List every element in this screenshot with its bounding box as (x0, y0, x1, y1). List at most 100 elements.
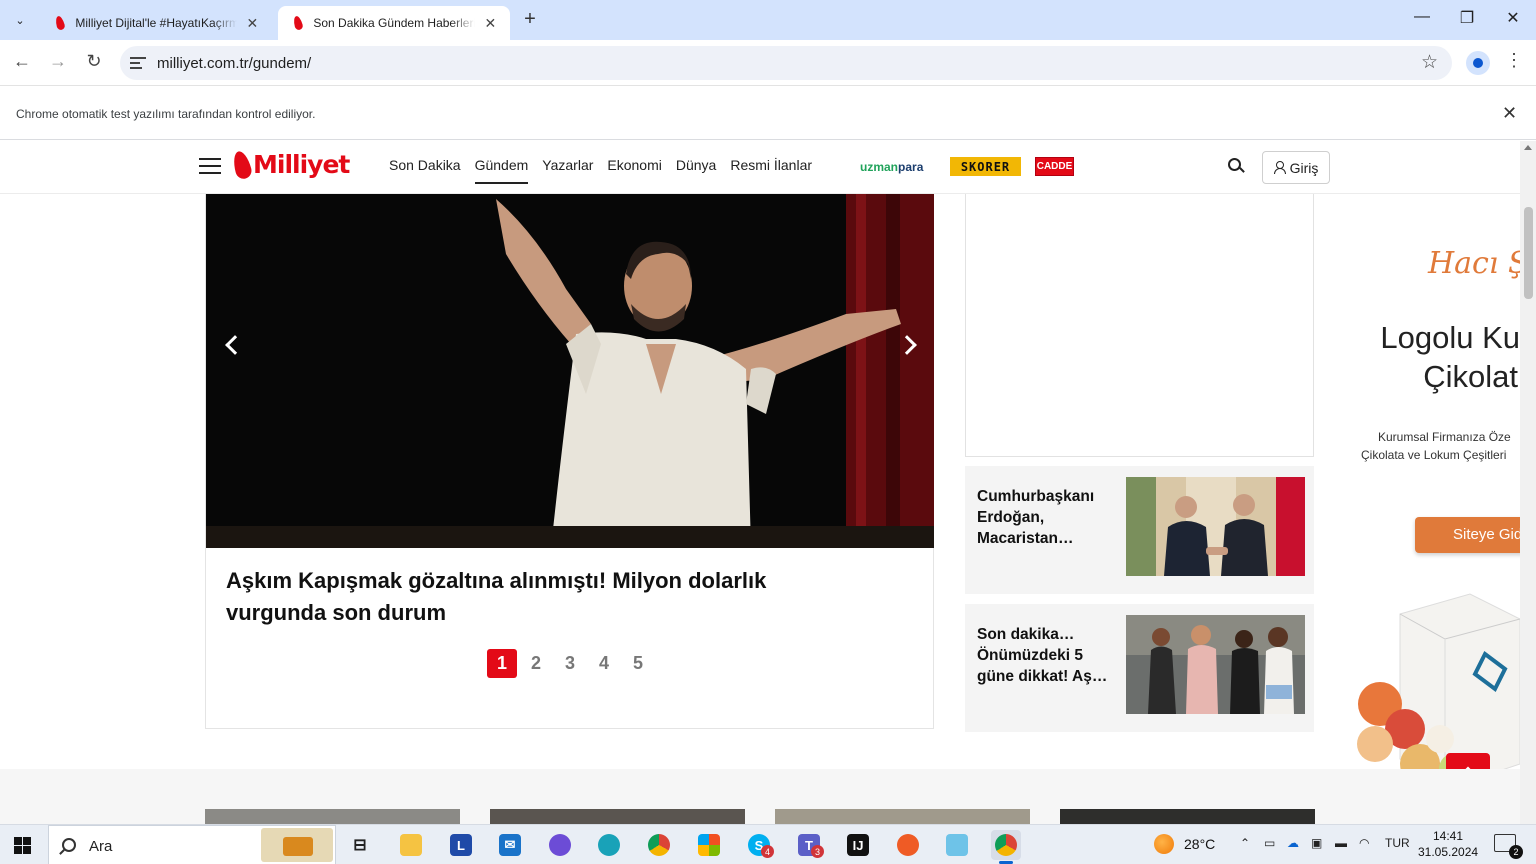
chrome-active-icon[interactable] (991, 830, 1021, 864)
skype-icon[interactable]: S4 (744, 830, 774, 860)
meet-now-icon[interactable]: ▭ (1264, 836, 1275, 850)
slide-headline[interactable]: Aşkım Kapışmak gözaltına alınmıştı! Mily… (226, 565, 866, 629)
news-grid-thumbnail[interactable] (775, 809, 1030, 824)
url-text[interactable]: milliyet.com.tr/gundem/ (157, 55, 311, 72)
side-news-thumbnail[interactable] (1126, 615, 1305, 714)
back-button[interactable]: ← (10, 51, 34, 72)
side-news-thumbnail[interactable] (1126, 477, 1305, 576)
nav-gundem[interactable]: Gündem (474, 157, 529, 184)
milliyet-logo[interactable]: Milliyet (230, 148, 350, 181)
tray-chevron-icon[interactable]: ⌃ (1240, 836, 1250, 850)
new-tab-button[interactable]: + (518, 8, 542, 31)
ad-subtext-line1: Kurumsal Firmanıza Öze (1378, 430, 1511, 444)
edge-icon[interactable] (594, 830, 624, 860)
taskbar-search[interactable]: Ara (48, 825, 336, 864)
address-bar[interactable]: milliyet.com.tr/gundem/ ☆ (120, 46, 1452, 80)
ad-subtext-line2: Çikolata ve Lokum Çeşitleri (1361, 448, 1507, 462)
wifi-icon[interactable]: ◠ (1359, 836, 1369, 850)
notification-count: 2 (1509, 845, 1523, 859)
notes-app-icon[interactable] (942, 830, 972, 860)
uzmanpara-logo-a: uzman (860, 159, 899, 174)
hamburger-menu-icon[interactable] (199, 158, 221, 179)
forward-button[interactable]: → (46, 51, 70, 72)
tab-search-button[interactable]: ⌄ (6, 6, 34, 34)
page-viewport: Milliyet Son Dakika Gündem Yazarlar Ekon… (0, 141, 1536, 824)
slider-page-1[interactable]: 1 (487, 649, 517, 678)
slider-page-5[interactable]: 5 (623, 649, 653, 678)
file-explorer-icon[interactable] (396, 830, 426, 860)
page-scrollbar[interactable] (1520, 141, 1536, 824)
ad-placeholder (965, 194, 1314, 457)
site-settings-icon[interactable] (130, 54, 146, 70)
side-news-card[interactable]: Son dakika… Önümüzdeki 5 güne dikkat! Aş… (965, 604, 1314, 732)
nav-dunya[interactable]: Dünya (676, 157, 716, 184)
nav-ekonomi[interactable]: Ekonomi (607, 157, 661, 184)
battery-icon[interactable]: ▬ (1335, 836, 1347, 850)
side-advertisement[interactable]: Hacı Şe Logolu Ku Çikolat Kurumsal Firma… (1345, 194, 1520, 809)
task-view-icon[interactable]: ⊟ (345, 830, 375, 860)
cadde-link[interactable]: CADDE (1035, 157, 1074, 176)
login-button[interactable]: Giriş (1262, 151, 1330, 184)
display-icon[interactable]: ▣ (1311, 836, 1322, 850)
tab-title: Milliyet Dijital'le #HayatıKaçırma (75, 16, 237, 30)
restore-button[interactable]: ❐ (1457, 8, 1477, 28)
l-app-icon[interactable]: L (446, 830, 476, 860)
close-window-button[interactable]: ✕ (1503, 8, 1523, 28)
side-news-card[interactable]: Cumhurbaşkanı Erdoğan, Macaristan… (965, 466, 1314, 594)
search-icon[interactable] (1228, 158, 1245, 174)
scroll-up-arrow-icon[interactable] (1524, 145, 1532, 150)
tab-milliyet-dijital[interactable]: Milliyet Dijital'le #HayatıKaçırma ✕ (40, 6, 272, 40)
news-grid-thumbnail[interactable] (1060, 809, 1315, 824)
nav-yazarlar[interactable]: Yazarlar (542, 157, 593, 184)
infobar-close-icon[interactable]: ✕ (1502, 103, 1517, 124)
chrome-icon[interactable] (644, 830, 674, 860)
news-grid-thumbnail[interactable] (490, 809, 745, 824)
briefcase-icon[interactable] (261, 828, 333, 862)
automation-notice: Chrome otomatik test yazılımı tarafından… (16, 107, 316, 121)
skorer-link[interactable]: SKORER (950, 157, 1021, 176)
side-news-title[interactable]: Son dakika… Önümüzdeki 5 güne dikkat! Aş… (977, 624, 1117, 687)
slider-prev-arrow-icon[interactable] (220, 334, 245, 358)
ad-headline-line1: Logolu Ku (1380, 320, 1520, 355)
intellij-icon[interactable]: IJ (843, 830, 873, 860)
nav-son-dakika[interactable]: Son Dakika (389, 157, 461, 184)
onedrive-icon[interactable]: ☁ (1287, 836, 1299, 850)
profile-avatar-icon[interactable] (1466, 51, 1490, 75)
tab-close-icon[interactable]: ✕ (245, 15, 260, 32)
copilot-icon[interactable] (545, 830, 575, 860)
tab-close-icon[interactable]: ✕ (483, 15, 498, 32)
ad-cta-button[interactable]: Siteye Gid (1415, 517, 1520, 553)
slider-page-3[interactable]: 3 (555, 649, 585, 678)
notification-center-icon[interactable]: 2 (1494, 834, 1523, 859)
store-icon[interactable] (694, 830, 724, 860)
postman-icon[interactable] (893, 830, 923, 860)
mail-icon[interactable]: ✉ (495, 830, 525, 860)
news-grid-thumbnail[interactable] (205, 809, 460, 824)
bookmark-star-icon[interactable]: ☆ (1421, 51, 1438, 74)
reload-button[interactable]: ↻ (82, 51, 106, 72)
slide-image[interactable] (206, 194, 934, 548)
minimize-button[interactable]: — (1412, 8, 1432, 26)
browser-toolbar: ← → ↻ milliyet.com.tr/gundem/ ☆ ⋮ (0, 40, 1536, 86)
language-indicator[interactable]: TUR (1385, 836, 1410, 850)
windows-start-icon[interactable] (14, 837, 31, 854)
main-nav: Son Dakika Gündem Yazarlar Ekonomi Dünya… (389, 157, 812, 184)
sun-icon (1154, 834, 1174, 854)
browser-menu-icon[interactable]: ⋮ (1505, 50, 1523, 71)
login-label: Giriş (1289, 159, 1319, 176)
teams-icon[interactable]: T3 (794, 830, 824, 860)
taskbar-search-label: Ara (89, 838, 113, 855)
nav-resmi-ilanlar[interactable]: Resmi İlanlar (730, 157, 812, 184)
side-news-title[interactable]: Cumhurbaşkanı Erdoğan, Macaristan… (977, 486, 1117, 549)
slider-page-4[interactable]: 4 (589, 649, 619, 678)
weather-widget[interactable]: 28°C (1154, 834, 1215, 854)
slider-pagination: 1 2 3 4 5 (487, 649, 653, 678)
uzmanpara-link[interactable]: uzman para (860, 157, 923, 176)
performer-photo (206, 194, 934, 548)
scrollbar-thumb[interactable] (1524, 207, 1533, 299)
slider-next-arrow-icon[interactable] (897, 334, 922, 358)
tab-son-dakika-gundem[interactable]: Son Dakika Gündem Haberleri - M ✕ (278, 6, 510, 40)
headline-slider: Aşkım Kapışmak gözaltına alınmıştı! Mily… (205, 194, 934, 729)
clock[interactable]: 14:41 31.05.2024 (1418, 828, 1478, 860)
slider-page-2[interactable]: 2 (521, 649, 551, 678)
